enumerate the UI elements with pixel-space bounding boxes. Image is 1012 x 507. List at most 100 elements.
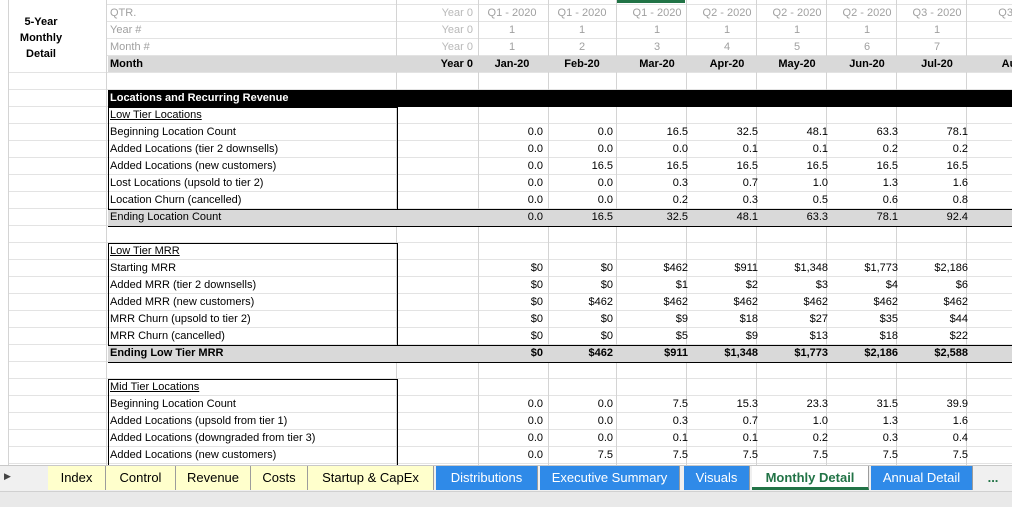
header-year0[interactable]: Year 0 [403,5,473,22]
row-value[interactable]: 16.5 [688,158,758,175]
row-value[interactable]: 16.5 [543,158,613,175]
sheet-tab-visuals[interactable]: Visuals [684,466,750,490]
row-value[interactable]: $22 [898,328,968,345]
row-value[interactable]: 0.2 [618,192,688,209]
header-value[interactable]: Q3 - 2020 [902,5,972,22]
header-value[interactable]: Au [974,56,1012,73]
row-value[interactable]: 39.9 [898,396,968,413]
row-label[interactable]: Location Churn (cancelled) [110,192,394,209]
row-value[interactable]: $18 [828,328,898,345]
row-value[interactable]: $462 [543,294,613,311]
header-label[interactable]: Month [110,56,310,73]
header-label[interactable]: Month # [110,39,310,56]
row-value[interactable]: 0.0 [543,430,613,447]
header-value[interactable]: Q3 - [974,5,1012,22]
row-value[interactable]: $1,348 [758,260,828,277]
total-value[interactable]: $911 [618,345,688,362]
header-value[interactable]: 1 [477,39,547,56]
row-value[interactable]: 0.2 [898,141,968,158]
header-value[interactable]: 1 [692,22,762,39]
row-value[interactable]: 16.5 [828,158,898,175]
row-value[interactable]: $0 [473,311,543,328]
row-value[interactable]: $462 [898,294,968,311]
row-label[interactable]: Beginning Location Count [110,396,394,413]
header-value[interactable]: 6 [832,39,902,56]
row-value[interactable]: 0.7 [688,175,758,192]
row-label[interactable]: Starting MRR [110,260,394,277]
row-value[interactable]: 16.5 [898,158,968,175]
row-label[interactable]: Added Locations (tier 2 downsells) [110,141,394,158]
row-value[interactable]: 31.5 [828,396,898,413]
header-value[interactable]: Mar-20 [622,56,692,73]
row-value[interactable]: 63.3 [828,124,898,141]
row-value[interactable]: 0.3 [618,413,688,430]
sheet-tab-startup-capex[interactable]: Startup & CapEx [308,466,434,490]
row-value[interactable]: 0.0 [543,396,613,413]
row-value[interactable]: 0.3 [618,175,688,192]
row-value[interactable]: 16.5 [758,158,828,175]
row-value[interactable]: 0.0 [473,124,543,141]
sheet-tab-annual-detail[interactable]: Annual Detail [871,466,973,490]
sheet-tab-executive-summary[interactable]: Executive Summary [540,466,680,490]
row-value[interactable]: 15.3 [688,396,758,413]
header-year0[interactable]: Year 0 [403,56,473,73]
row-value[interactable]: 78.1 [898,124,968,141]
row-value[interactable]: $9 [618,311,688,328]
row-value[interactable]: $2 [688,277,758,294]
block-heading[interactable]: Low Tier MRR [110,243,390,260]
row-value[interactable]: $2,186 [898,260,968,277]
row-value[interactable]: 0.0 [543,192,613,209]
header-value[interactable]: 2 [547,39,617,56]
row-value[interactable]: $911 [688,260,758,277]
sheet-tab-index[interactable]: Index [48,466,106,490]
header-value[interactable]: 1 [762,22,832,39]
total-value[interactable]: 78.1 [828,209,898,226]
header-year0[interactable]: Year 0 [403,39,473,56]
section-header-bar[interactable]: Locations and Recurring Revenue [108,90,1012,107]
header-value[interactable]: Q1 - 2020 [547,5,617,22]
row-value[interactable]: $44 [898,311,968,328]
row-value[interactable]: $462 [618,260,688,277]
total-value[interactable]: 16.5 [543,209,613,226]
row-value[interactable]: 0.0 [473,413,543,430]
total-value[interactable]: 63.3 [758,209,828,226]
row-value[interactable]: 16.5 [618,124,688,141]
row-value[interactable]: 0.0 [473,158,543,175]
row-value[interactable]: $27 [758,311,828,328]
more-tabs-button[interactable]: ... [978,466,1008,490]
row-value[interactable]: $4 [828,277,898,294]
row-value[interactable]: 1.0 [758,175,828,192]
row-label[interactable]: Added MRR (new customers) [110,294,394,311]
row-value[interactable]: 0.0 [473,396,543,413]
sheet-tab-monthly-detail[interactable]: Monthly Detail [752,466,869,490]
total-value[interactable]: 32.5 [618,209,688,226]
total-value[interactable]: $2,588 [898,345,968,362]
row-value[interactable]: 0.1 [758,141,828,158]
row-value[interactable]: 0.3 [688,192,758,209]
row-value[interactable]: $1 [618,277,688,294]
sheet-tab-revenue[interactable]: Revenue [176,466,251,490]
block-heading[interactable]: Mid Tier Locations [110,379,390,396]
row-value[interactable]: $1,773 [828,260,898,277]
row-label[interactable]: Added Locations (new customers) [110,158,394,175]
header-value[interactable]: Q2 - 2020 [692,5,762,22]
row-value[interactable]: 0.3 [828,430,898,447]
row-value[interactable]: 1.3 [828,175,898,192]
row-value[interactable]: $0 [473,328,543,345]
row-value[interactable]: 0.0 [473,141,543,158]
row-value[interactable]: 0.7 [688,413,758,430]
row-value[interactable]: $13 [758,328,828,345]
sheet-tab-control[interactable]: Control [106,466,176,490]
row-label[interactable]: Added MRR (tier 2 downsells) [110,277,394,294]
row-value[interactable]: 0.1 [688,430,758,447]
row-value[interactable]: $0 [473,277,543,294]
sheet-title-cell[interactable]: 5-Year Monthly Detail [9,0,107,72]
total-value[interactable]: $0 [473,345,543,362]
row-value[interactable]: $0 [543,311,613,328]
row-value[interactable]: 0.0 [543,141,613,158]
row-value[interactable]: 0.0 [473,192,543,209]
header-value[interactable]: Jun-20 [832,56,902,73]
row-value[interactable]: $35 [828,311,898,328]
row-value[interactable]: $462 [828,294,898,311]
row-value[interactable]: 1.6 [898,413,968,430]
